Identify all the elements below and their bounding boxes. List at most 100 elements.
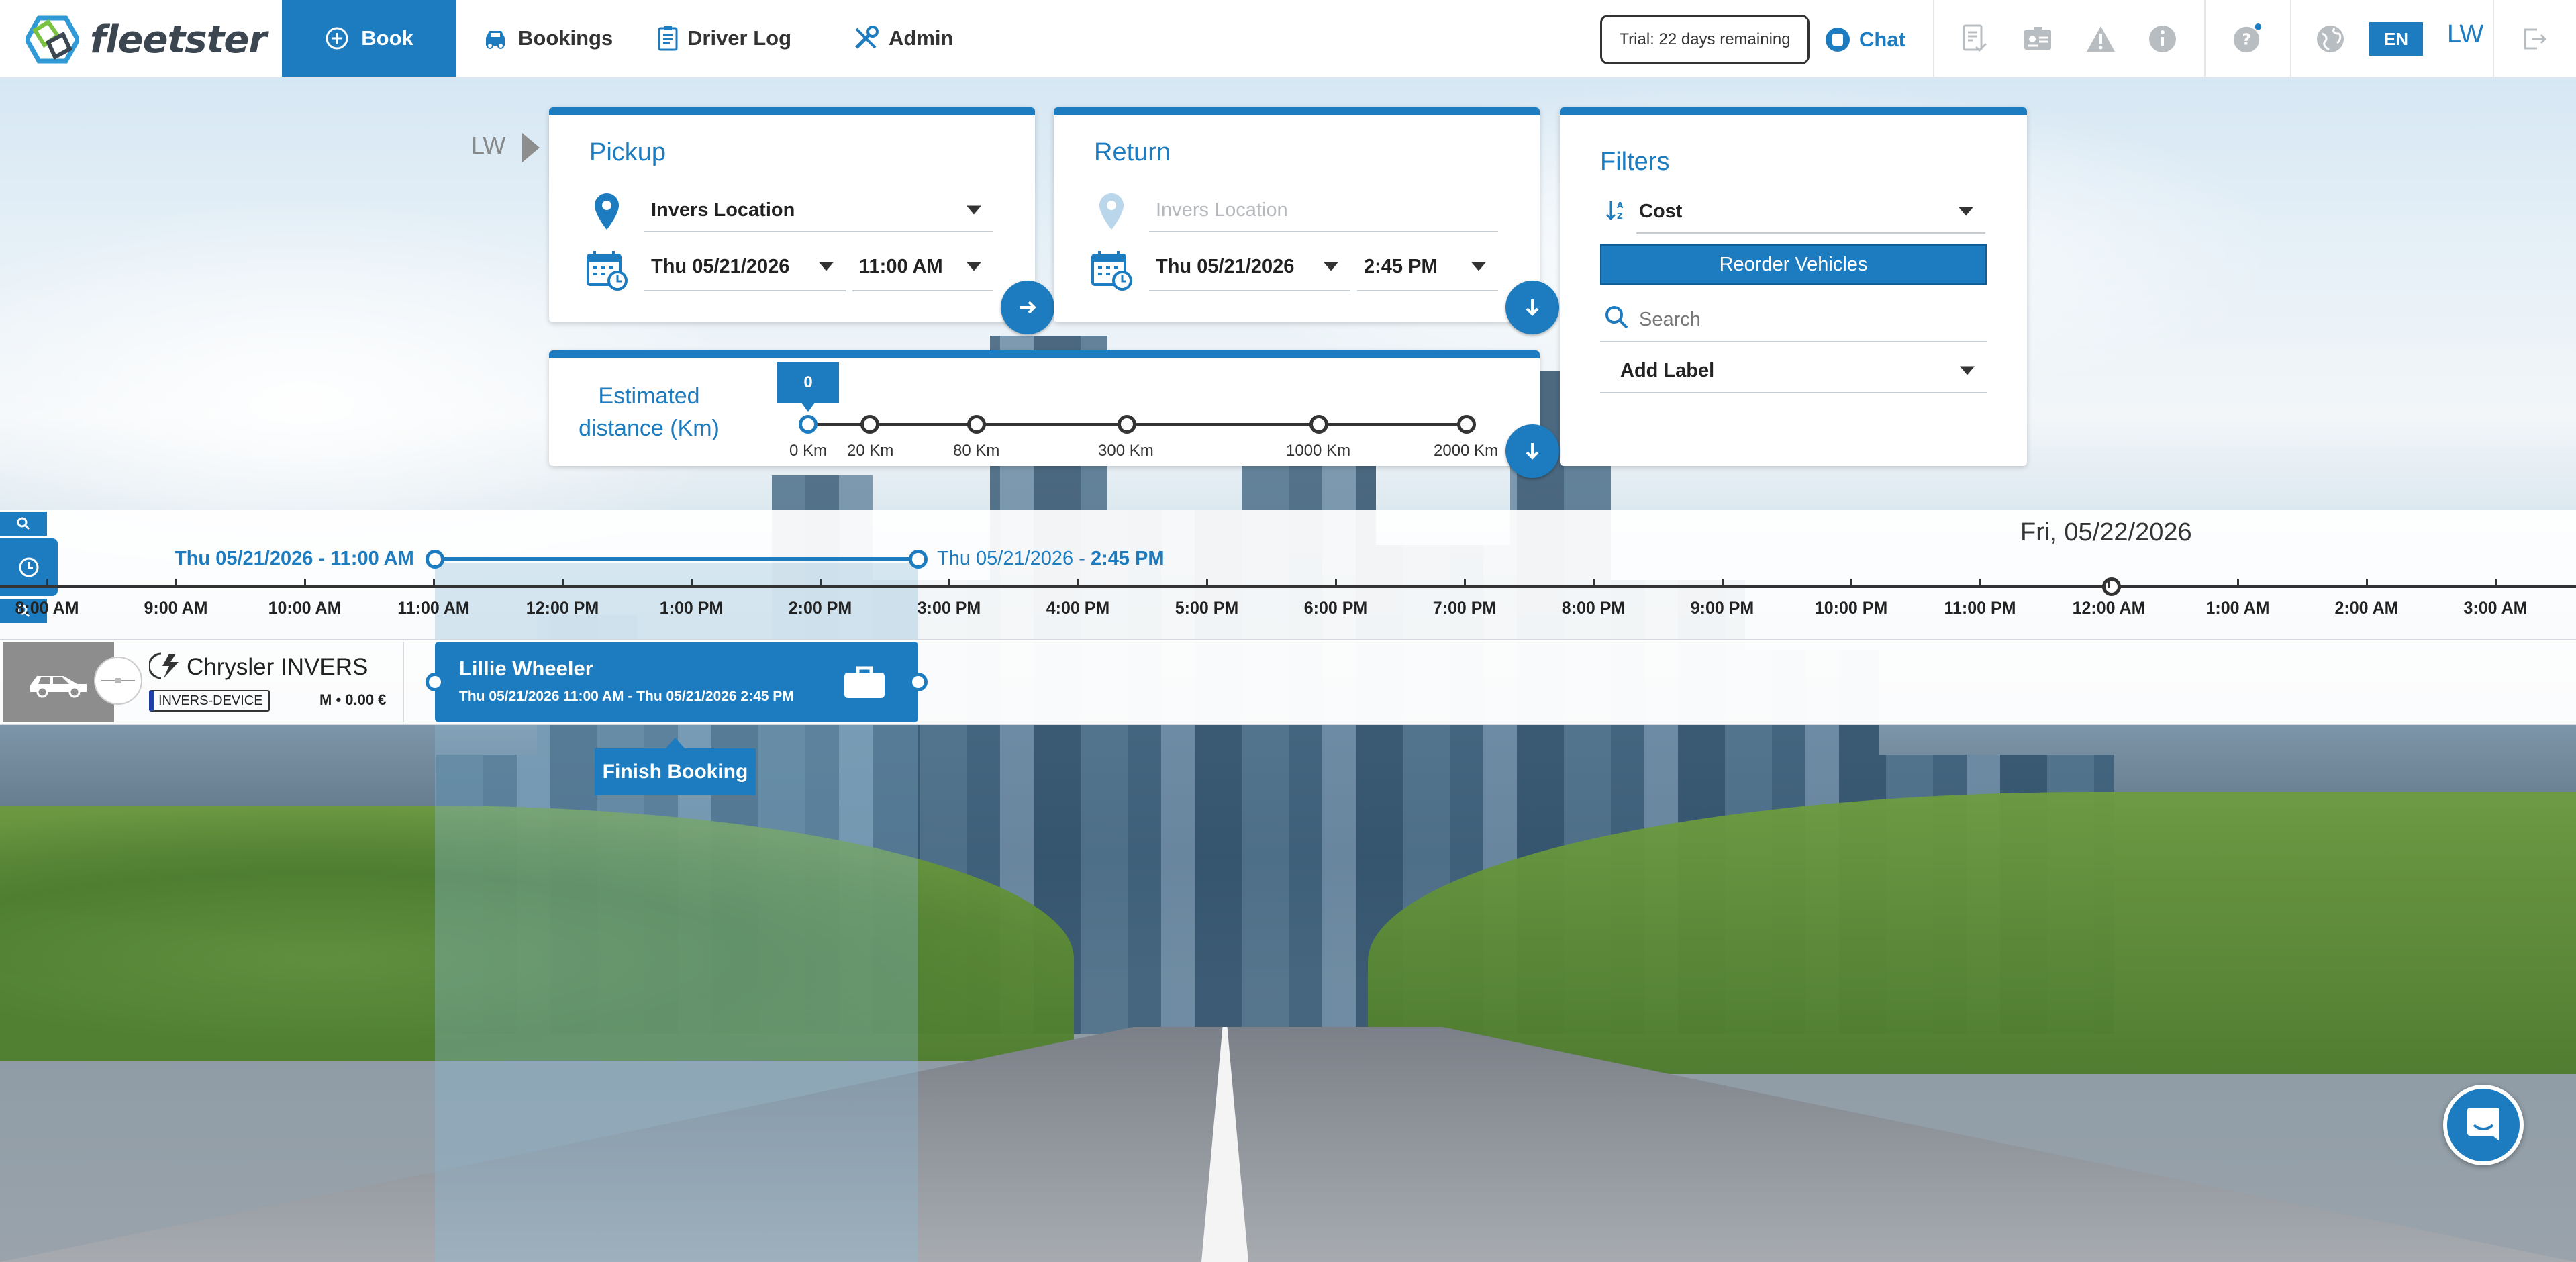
booking-block[interactable]: Lillie Wheeler Thu 05/21/2026 11:00 AM -… [435, 642, 918, 722]
timeline-hour-label: 11:00 AM [397, 599, 470, 618]
distance-label: 2000 Km [1434, 442, 1499, 460]
driver-initials[interactable]: LW [471, 132, 505, 160]
arrow-down-icon [1526, 299, 1539, 316]
timeline-hour-label: 5:00 PM [1175, 599, 1239, 618]
user-menu[interactable]: LW [2447, 20, 2483, 49]
help-icon[interactable]: ? [2231, 23, 2263, 55]
booking-start-handle[interactable] [426, 673, 444, 691]
chevron-down-icon [967, 205, 981, 215]
pickup-panel: Pickup Invers Location Thu 05/21/2026 11… [549, 107, 1035, 322]
timeline-hour-label: 1:00 PM [659, 599, 724, 618]
vehicle-brand-logo [94, 657, 142, 705]
chevron-down-icon [1960, 366, 1975, 375]
zoom-in-button[interactable] [0, 512, 47, 536]
timeline-hour-label: 6:00 PM [1303, 599, 1368, 618]
reports-icon[interactable] [1959, 23, 1991, 55]
next-day-label: Fri, 05/22/2026 [2020, 518, 2192, 546]
booking-range: Thu 05/21/2026 11:00 AM - Thu 05/21/2026… [459, 689, 794, 704]
distance-stop-300[interactable] [1118, 415, 1136, 434]
add-label-select[interactable]: Add Label [1600, 349, 1987, 393]
location-pin-icon [1098, 192, 1125, 234]
svg-text:Z: Z [1617, 211, 1623, 221]
support-chat-button[interactable] [2443, 1085, 2524, 1165]
vehicle-name[interactable]: Chrysler INVERS [187, 654, 368, 681]
distance-stop-80[interactable] [967, 415, 986, 434]
timeline-start-date: Thu 05/21/2026 - [175, 548, 331, 569]
distance-title-line1: Estimated [598, 383, 700, 409]
pickup-time-select[interactable]: 11:00 AM [852, 243, 993, 291]
nav-driver-log[interactable]: Driver Log [658, 0, 791, 77]
pickup-location-select[interactable]: Invers Location [644, 189, 993, 232]
search-input[interactable]: Search [1600, 298, 1987, 342]
timeline-hour-tick [1464, 579, 1466, 588]
warning-icon[interactable] [2085, 23, 2117, 55]
return-date-value: Thu 05/21/2026 [1156, 255, 1295, 277]
booking-driver: Lillie Wheeler [459, 657, 593, 680]
nav-admin-label: Admin [889, 26, 954, 50]
return-title: Return [1094, 138, 1171, 166]
nav-driver-log-label: Driver Log [687, 26, 792, 50]
nav-book[interactable]: Book [282, 0, 456, 77]
timeline-hour-label: 4:00 PM [1046, 599, 1110, 618]
return-location-input[interactable]: Invers Location [1149, 189, 1498, 232]
reorder-vehicles-button[interactable]: Reorder Vehicles [1600, 244, 1987, 285]
return-expand-button[interactable] [1505, 281, 1559, 334]
sort-icon: AZ [1605, 199, 1626, 225]
nav-bookings[interactable]: Bookings [482, 0, 613, 77]
distance-slider-track[interactable] [808, 423, 1466, 426]
booking-end-handle[interactable] [909, 673, 928, 691]
selected-range-bar[interactable] [435, 557, 918, 561]
sort-select[interactable]: Cost [1636, 191, 1985, 234]
driver-expand-arrow-icon[interactable] [522, 133, 540, 162]
filters-title: Filters [1600, 148, 1670, 176]
device-badge: INVERS-DEVICE [149, 690, 270, 712]
timeline-hour-tick [46, 579, 48, 588]
zoom-in-icon [17, 517, 30, 530]
finish-booking-button[interactable]: Finish Booking [595, 738, 756, 795]
info-icon[interactable] [2146, 23, 2179, 55]
distance-stop-0[interactable] [799, 415, 818, 434]
timeline-hour-tick [691, 579, 693, 588]
timeline-end-label: Thu 05/21/2026 - 2:45 PM [937, 548, 1165, 570]
chat-button[interactable]: Chat [1824, 15, 1905, 64]
search-placeholder: Search [1639, 308, 1701, 330]
chat-bubble-icon [2467, 1108, 2499, 1141]
pickup-date-select[interactable]: Thu 05/21/2026 [644, 243, 846, 291]
pickup-location-value: Invers Location [651, 199, 795, 221]
globe-icon[interactable] [2314, 23, 2346, 55]
distance-expand-button[interactable] [1505, 424, 1559, 478]
nav-book-label: Book [361, 26, 413, 50]
distance-stop-20[interactable] [860, 415, 879, 434]
timeline-hour-tick [948, 579, 950, 588]
distance-title-line2: distance (Km) [579, 416, 720, 441]
toolbar-divider [2204, 0, 2206, 77]
range-start-handle[interactable] [426, 550, 444, 569]
pickup-next-button[interactable] [1001, 281, 1054, 334]
location-pin-icon [593, 192, 620, 234]
pickup-title: Pickup [589, 138, 666, 166]
return-time-select[interactable]: 2:45 PM [1357, 243, 1498, 291]
timeline-hour-tick [1722, 579, 1724, 588]
timeline-hour-tick [820, 579, 822, 588]
tools-icon [855, 26, 879, 49]
chevron-down-icon [1471, 262, 1486, 271]
id-card-icon[interactable] [2022, 23, 2054, 55]
nav-admin[interactable]: Admin [852, 0, 953, 77]
timeline-hour-label: 9:00 PM [1690, 599, 1754, 618]
car-icon [30, 676, 87, 698]
logo-text: fleetster [90, 17, 267, 62]
timeline-hour-tick [2108, 579, 2110, 588]
timeline-hour-label: 3:00 AM [2463, 599, 2528, 618]
return-date-select[interactable]: Thu 05/21/2026 [1149, 243, 1350, 291]
trial-badge[interactable]: Trial: 22 days remaining [1600, 15, 1810, 64]
chevron-down-icon [967, 262, 981, 271]
toolbar-divider [2290, 0, 2291, 77]
timeline-hour-label: 8:00 PM [1561, 599, 1626, 618]
fleetster-logo[interactable]: fleetster [23, 15, 267, 64]
distance-stop-2000[interactable] [1457, 415, 1476, 434]
range-end-handle[interactable] [909, 550, 928, 569]
timeline-hour-tick [1206, 579, 1208, 588]
distance-stop-1000[interactable] [1309, 415, 1328, 434]
logout-icon[interactable] [2518, 23, 2550, 55]
language-selector[interactable]: EN [2369, 22, 2423, 56]
